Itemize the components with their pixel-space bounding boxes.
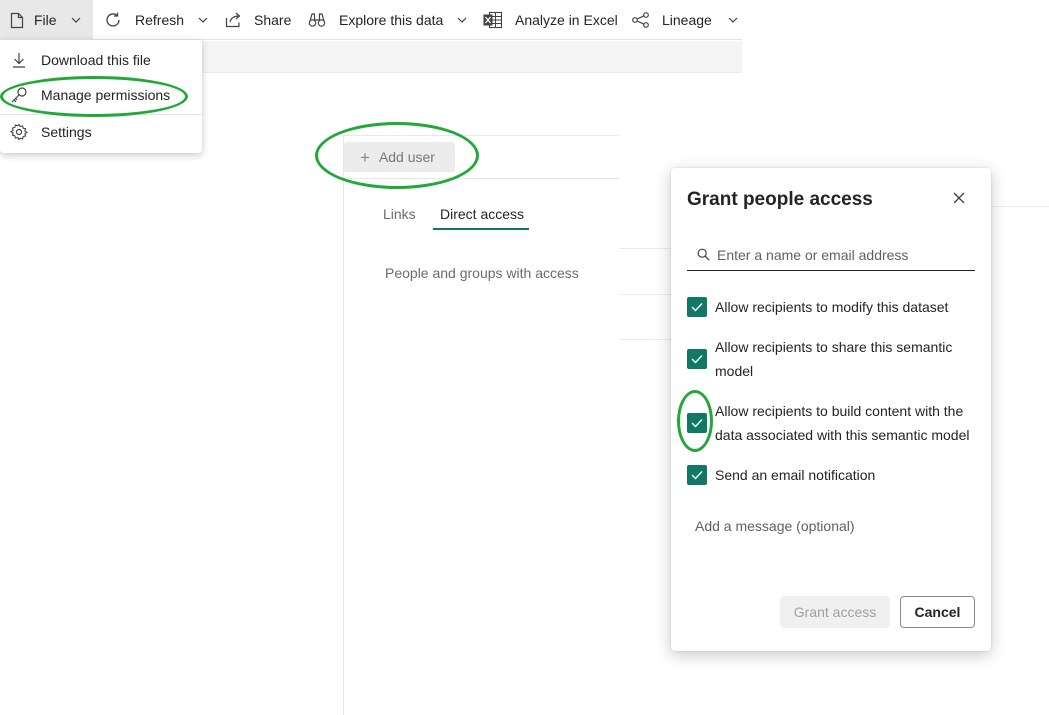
menu-item-label: Manage permissions	[41, 87, 171, 103]
explore-chevron-icon[interactable]	[457, 15, 467, 25]
file-label: File	[34, 12, 57, 28]
panel-divider	[343, 135, 344, 715]
menu-item-download[interactable]: Download this file	[0, 42, 202, 78]
explore-data-button[interactable]: Explore this data	[308, 0, 467, 40]
file-menu-button[interactable]: File	[0, 0, 93, 40]
menu-item-label: Download this file	[41, 52, 151, 68]
file-dropdown-menu: Download this file Manage permissions Se…	[0, 40, 202, 153]
checkbox-checked[interactable]	[687, 349, 707, 369]
tab-direct-access[interactable]: Direct access	[440, 206, 524, 222]
option-label: Allow recipients to build content with t…	[715, 403, 970, 443]
grant-access-button[interactable]: Grant access	[780, 596, 890, 628]
refresh-label: Refresh	[135, 12, 185, 28]
tab-links[interactable]: Links	[383, 206, 416, 222]
option-label: Send an email notification	[715, 467, 876, 483]
stage: { "toolbar": { "file_label": "File", "re…	[0, 0, 1049, 715]
people-search-input[interactable]	[717, 243, 967, 267]
lineage-label: Lineage	[662, 12, 712, 28]
search-icon	[697, 248, 710, 266]
add-user-label: Add user	[378, 149, 435, 165]
active-tab-indicator	[433, 228, 529, 230]
option-label: Allow recipients to share this semantic …	[715, 339, 953, 379]
menu-item-settings[interactable]: Settings	[0, 114, 202, 150]
refresh-chevron-icon[interactable]	[198, 15, 208, 25]
gear-icon	[10, 123, 28, 141]
file-icon	[10, 12, 24, 29]
add-user-button[interactable]: + Add user	[344, 142, 455, 172]
refresh-button[interactable]: Refresh	[104, 0, 208, 40]
menu-item-manage-permissions[interactable]: Manage permissions	[0, 77, 202, 113]
close-icon[interactable]	[949, 188, 969, 208]
checkbox-checked[interactable]	[687, 413, 707, 433]
explore-label: Explore this data	[339, 12, 444, 28]
download-icon	[10, 51, 28, 69]
analyze-in-excel-button[interactable]: Analyze in Excel	[483, 0, 618, 40]
checkbox-checked[interactable]	[687, 465, 707, 485]
option-label: Allow recipients to modify this dataset	[715, 299, 949, 315]
row-divider	[619, 294, 671, 295]
lineage-button[interactable]: Lineage	[632, 0, 738, 40]
lineage-icon	[632, 12, 650, 28]
people-groups-heading: People and groups with access	[385, 265, 579, 281]
excel-icon	[483, 11, 503, 29]
checkbox-checked[interactable]	[687, 297, 707, 317]
binoculars-icon	[308, 12, 326, 28]
share-icon	[225, 12, 242, 28]
dialog-title: Grant people access	[687, 189, 873, 210]
cancel-button[interactable]: Cancel	[900, 596, 975, 628]
row-divider	[619, 339, 671, 340]
key-icon	[10, 86, 28, 104]
analyze-label: Analyze in Excel	[515, 12, 618, 28]
message-input[interactable]: Add a message (optional)	[695, 518, 855, 534]
share-label: Share	[254, 12, 292, 28]
chevron-down-icon	[71, 15, 81, 25]
row-divider	[991, 206, 1049, 207]
menu-item-label: Settings	[41, 124, 92, 140]
refresh-icon	[104, 11, 122, 29]
people-search-field	[687, 241, 975, 271]
lineage-chevron-icon[interactable]	[728, 15, 738, 25]
plus-icon: +	[360, 147, 370, 167]
divider	[343, 178, 619, 179]
divider	[343, 135, 619, 136]
share-button[interactable]: Share	[225, 0, 291, 40]
ribbon-toolbar: File Refresh Share Explore this data Ana…	[0, 0, 742, 40]
row-divider	[619, 248, 671, 249]
grant-access-dialog: Grant people access Allow recipients to …	[671, 168, 991, 651]
